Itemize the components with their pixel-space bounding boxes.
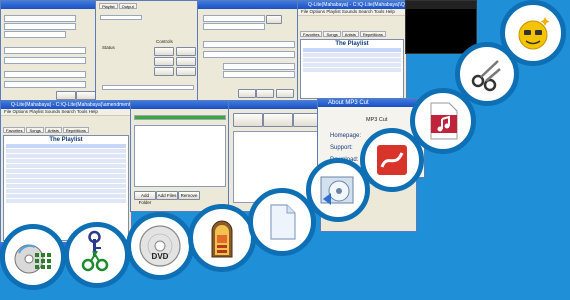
playlist-bottom-title: Q-Lite(Mahabaya) - C:\Q-Lite(Mahabaya)\a… — [1, 101, 131, 109]
circle-cd-grid[interactable] — [0, 224, 66, 290]
playlist-window-top: Q-Lite(Mahabaya) - C:\Q-Lite(Mahabaya)\Q… — [297, 0, 407, 102]
tab-songs[interactable]: Songs — [323, 31, 341, 37]
video-window — [405, 0, 477, 54]
circle-dvd[interactable]: DVD — [126, 212, 194, 280]
settings-window — [0, 0, 97, 102]
tab-repetitions[interactable]: Repetitions — [62, 127, 89, 133]
jukebox-icon — [211, 220, 233, 258]
circle-jukebox[interactable] — [188, 204, 256, 272]
converter-window: Add Folder Add Files Remove — [130, 100, 230, 212]
about-title: About MP3 Cut — [318, 99, 424, 107]
red-swirl-icon — [377, 145, 407, 175]
tab-artists[interactable]: Artists — [341, 31, 359, 37]
tab-artists[interactable]: Artists — [44, 127, 62, 133]
disc-sync-icon — [320, 176, 354, 205]
blank-document-icon — [270, 204, 296, 240]
circle-smiley[interactable] — [500, 0, 566, 66]
playlist-window-bottom: Q-Lite(Mahabaya) - C:\Q-Lite(Mahabaya)\a… — [0, 100, 132, 244]
settings-title-bar — [1, 1, 96, 9]
tab-playlist[interactable]: Playlist — [99, 3, 118, 9]
playlist-heading: The Playlist — [335, 41, 369, 47]
tab-favorites[interactable]: Favorites — [3, 127, 26, 133]
tab-output[interactable]: Output — [118, 3, 137, 9]
player-window: Playlist Output Status Controls — [95, 0, 199, 102]
tab-favorites[interactable]: Favorites — [300, 31, 323, 37]
homepage-label: Homepage: — [330, 133, 362, 139]
tab-songs[interactable]: Songs — [26, 127, 44, 133]
tab-repetitions[interactable]: Repetitions — [359, 31, 386, 37]
circle-document[interactable] — [248, 188, 316, 256]
about-app-name: MP3 Cut — [366, 117, 388, 123]
playlist-top-title: Q-Lite(Mahabaya) - C:\Q-Lite(Mahabaya)\Q… — [298, 1, 406, 9]
playlist-bottom-menu: File Options Playlist Sounds Search Tool… — [1, 109, 131, 116]
key-scissors-icon — [81, 230, 109, 272]
support-label: Support: — [330, 145, 353, 151]
playlist-heading: The Playlist — [49, 137, 83, 143]
add-files-button[interactable]: Add Files — [156, 191, 178, 200]
add-folder-button[interactable]: Add Folder — [134, 191, 156, 205]
yellow-smiley-icon — [518, 17, 550, 50]
cd-disc-grid-icon — [14, 244, 51, 274]
collage-background: Playlist Output Status Controls Q-Lite(M… — [0, 0, 570, 300]
options-window — [197, 0, 299, 102]
dvd-disc-icon: DVD — [139, 225, 181, 267]
options-title-bar — [198, 1, 298, 9]
playlist-top-menu: File Options Playlist Sounds Search Tool… — [298, 9, 406, 16]
svg-text:DVD: DVD — [152, 252, 169, 261]
remove-button[interactable]: Remove — [178, 191, 200, 200]
playlist-panel-top: The Playlist — [300, 39, 404, 99]
circle-key-scissors[interactable] — [64, 222, 130, 288]
music-file-icon — [430, 102, 458, 140]
